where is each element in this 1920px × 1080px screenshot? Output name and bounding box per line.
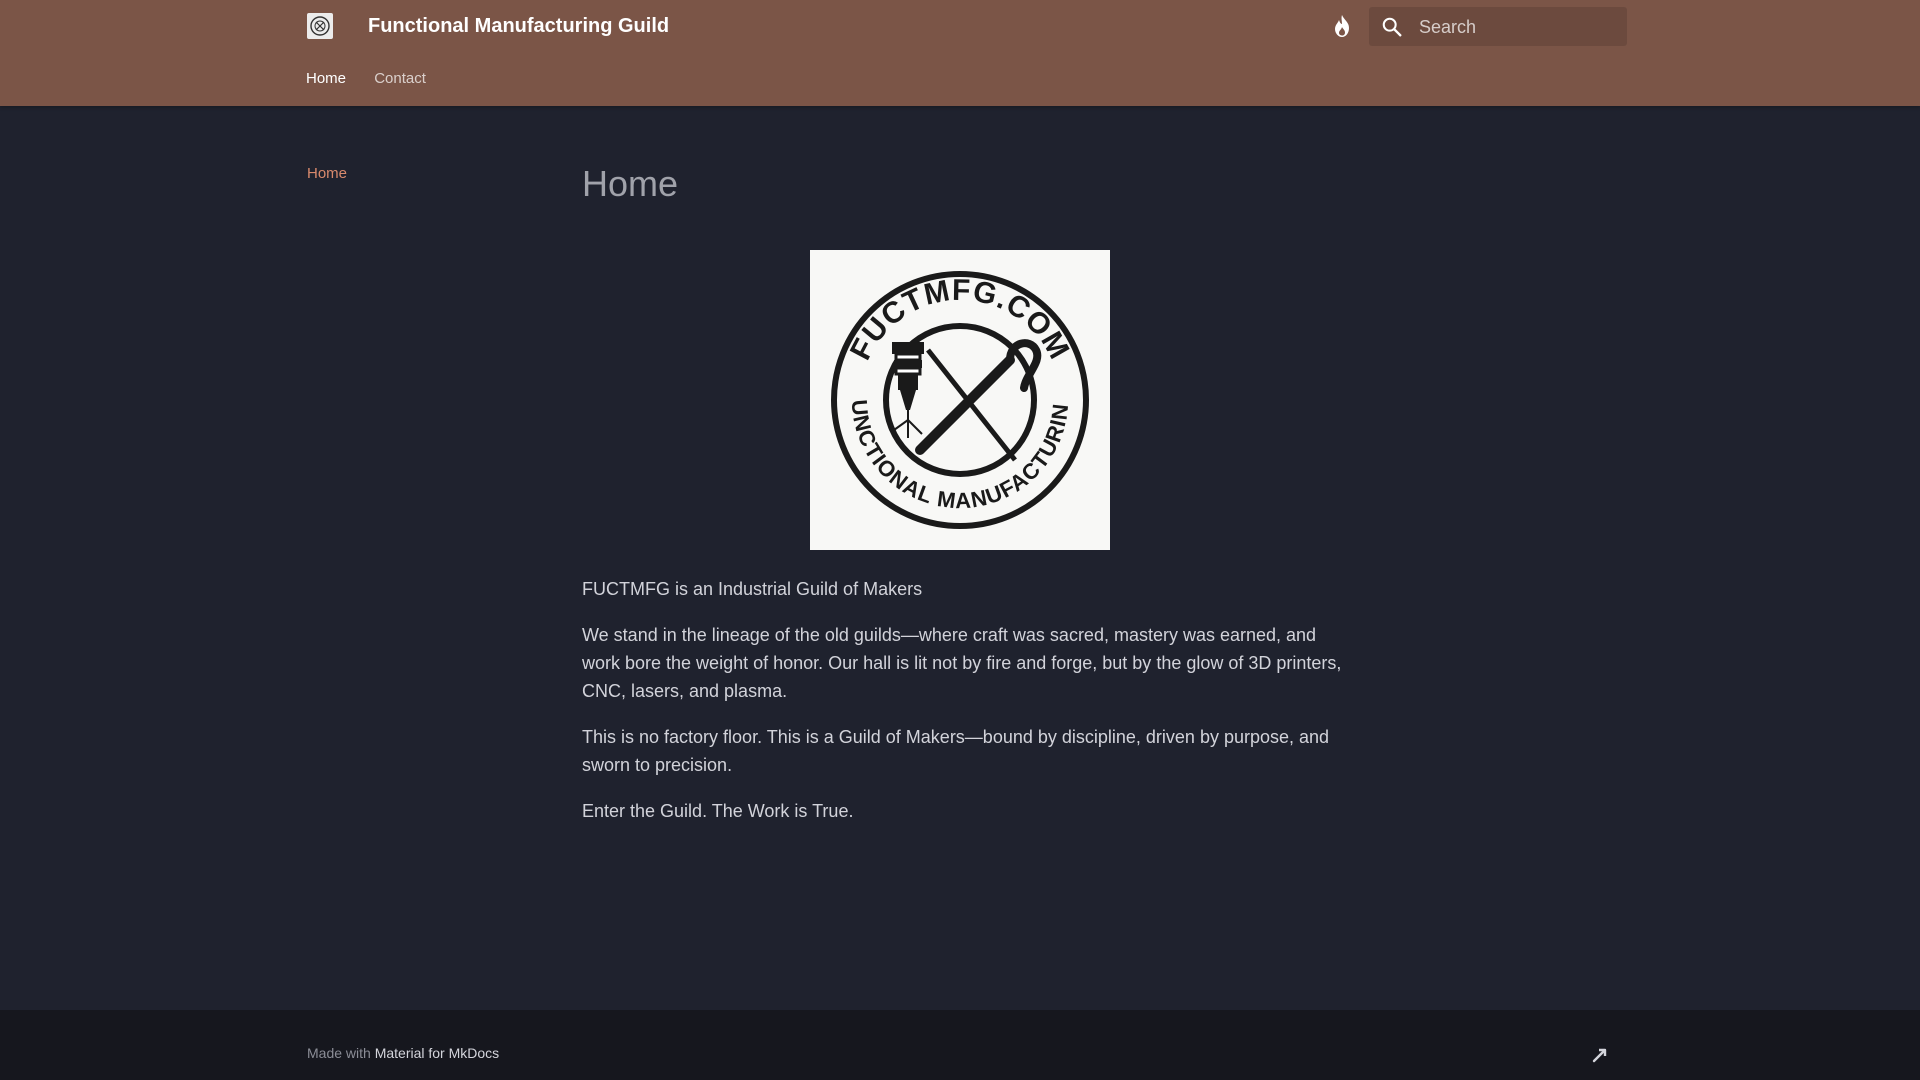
search-box[interactable] [1369, 7, 1627, 48]
paragraph: We stand in the lineage of the old guild… [582, 625, 1342, 701]
search-icon[interactable] [1381, 16, 1403, 38]
tab-contact[interactable]: Contact [374, 70, 426, 87]
main-content: FUCTMFG is an Industrial Guild of Makers… [582, 575, 1342, 843]
site-header: Functional Manufacturing Guild Home Cont… [0, 0, 1920, 106]
flame-icon[interactable] [1330, 11, 1354, 41]
footer-made-with: Made with [307, 1045, 371, 1061]
mastodon-icon[interactable] [1589, 1044, 1611, 1066]
svg-text:FUCTMFG.COM: FUCTMFG.COM [844, 274, 1076, 365]
site-footer: Made with Material for MkDocs [0, 1010, 1920, 1080]
paragraph: FUCTMFG is an Industrial Guild of Makers [582, 579, 923, 599]
footer-credit: Made with Material for MkDocs [307, 1045, 499, 1061]
guild-seal-icon[interactable] [307, 13, 333, 39]
fuctmfg-logo-image: FUCTMFG.COM FUNCTIONAL MANUFACTURING [801, 230, 1110, 550]
page-title: Home [582, 163, 679, 204]
tab-bar: Home Contact [306, 70, 450, 87]
footer-mkdocs-link[interactable]: Material for MkDocs [375, 1045, 499, 1061]
sidebar-item-home[interactable]: Home [307, 165, 347, 182]
search-input[interactable] [1417, 7, 1621, 48]
tab-home[interactable]: Home [306, 70, 346, 87]
site-title[interactable]: Functional Manufacturing Guild [368, 12, 669, 40]
paragraph: Enter the Guild. The Work is True. [582, 801, 854, 821]
paragraph: This is no factory floor. This is a Guil… [582, 727, 1330, 775]
